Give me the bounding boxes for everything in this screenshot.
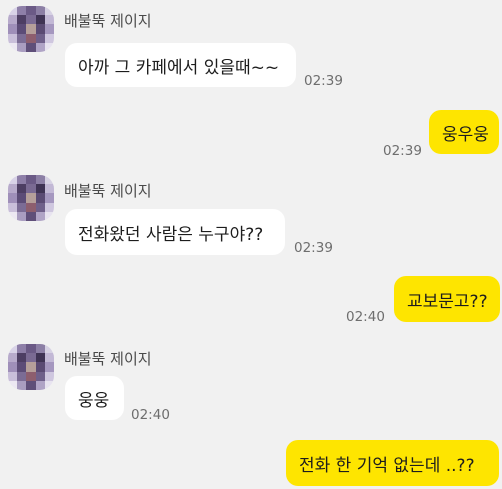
avatar-mosaic-cell: [44, 33, 54, 43]
chat-room: 배불뚝 제이지 아까 그 카페에서 있을때~~ 02:39 02:39 웅우웅 …: [0, 0, 502, 489]
profile-avatar-icon[interactable]: [8, 6, 54, 52]
avatar-mosaic-cell: [44, 344, 54, 354]
avatar-mosaic-cell: [35, 344, 45, 354]
avatar-mosaic-cell: [17, 15, 27, 25]
avatar-mosaic-cell: [17, 211, 27, 221]
avatar-mosaic-cell: [26, 353, 36, 363]
avatar-mosaic-cell: [8, 6, 18, 16]
avatar-mosaic-cell: [35, 353, 45, 363]
avatar-mosaic-cell: [17, 380, 27, 390]
avatar-mosaic-cell: [17, 202, 27, 212]
message-bubble-outgoing[interactable]: 교보문고??: [394, 276, 500, 322]
avatar-mosaic-cell: [35, 175, 45, 185]
avatar-mosaic-cell: [8, 193, 18, 203]
avatar-mosaic-cell: [17, 6, 27, 16]
avatar-mosaic-cell: [8, 184, 18, 194]
message-bubble-outgoing[interactable]: 웅우웅: [429, 110, 499, 154]
avatar-mosaic-cell: [44, 362, 54, 372]
avatar-mosaic-cell: [17, 42, 27, 52]
message-timestamp: 02:40: [131, 407, 170, 423]
avatar-mosaic-cell: [44, 193, 54, 203]
avatar-mosaic-cell: [44, 6, 54, 16]
avatar-mosaic-cell: [35, 202, 45, 212]
message-bubble-incoming[interactable]: 웅웅: [65, 376, 124, 420]
avatar-mosaic-cell: [8, 202, 18, 212]
avatar-mosaic-cell: [26, 371, 36, 381]
avatar-mosaic-cell: [26, 193, 36, 203]
avatar-mosaic-cell: [44, 211, 54, 221]
avatar-mosaic-cell: [17, 175, 27, 185]
sender-name: 배불뚝 제이지: [64, 12, 152, 30]
avatar-mosaic-cell: [17, 33, 27, 43]
avatar-mosaic-cell: [35, 362, 45, 372]
avatar-mosaic-cell: [35, 42, 45, 52]
avatar-mosaic-cell: [44, 371, 54, 381]
profile-avatar-icon[interactable]: [8, 175, 54, 221]
profile-avatar-icon[interactable]: [8, 344, 54, 390]
avatar-mosaic-cell: [26, 33, 36, 43]
avatar-mosaic-cell: [8, 42, 18, 52]
avatar-mosaic-cell: [8, 362, 18, 372]
avatar-mosaic-cell: [35, 6, 45, 16]
avatar-mosaic-cell: [17, 193, 27, 203]
message-timestamp: 02:39: [383, 143, 422, 159]
avatar-mosaic-cell: [26, 42, 36, 52]
avatar-mosaic-cell: [44, 202, 54, 212]
avatar-mosaic-cell: [17, 344, 27, 354]
message-timestamp: 02:40: [346, 309, 385, 325]
avatar-mosaic-cell: [8, 371, 18, 381]
avatar-mosaic-cell: [35, 184, 45, 194]
avatar-mosaic-cell: [8, 344, 18, 354]
message-timestamp: 02:39: [304, 73, 343, 89]
avatar-mosaic-cell: [26, 344, 36, 354]
avatar-mosaic-cell: [17, 371, 27, 381]
avatar-mosaic-cell: [35, 380, 45, 390]
sender-name: 배불뚝 제이지: [64, 182, 152, 200]
avatar-mosaic-cell: [8, 380, 18, 390]
avatar-mosaic-cell: [35, 24, 45, 34]
avatar-mosaic-cell: [35, 33, 45, 43]
avatar-mosaic-cell: [35, 15, 45, 25]
message-bubble-outgoing[interactable]: 전화 한 기억 없는데 ..??: [286, 440, 499, 486]
avatar-mosaic-cell: [26, 175, 36, 185]
avatar-mosaic-cell: [26, 24, 36, 34]
avatar-mosaic-cell: [8, 33, 18, 43]
avatar-mosaic-cell: [8, 15, 18, 25]
avatar-mosaic-cell: [44, 15, 54, 25]
avatar-mosaic-cell: [44, 380, 54, 390]
avatar-mosaic-cell: [8, 211, 18, 221]
avatar-mosaic-cell: [26, 362, 36, 372]
sender-name: 배불뚝 제이지: [64, 350, 152, 368]
avatar-mosaic-cell: [8, 175, 18, 185]
avatar-mosaic-cell: [44, 42, 54, 52]
avatar-mosaic-cell: [44, 175, 54, 185]
avatar-mosaic-cell: [8, 353, 18, 363]
avatar-mosaic-cell: [44, 353, 54, 363]
avatar-mosaic-cell: [44, 24, 54, 34]
avatar-mosaic-cell: [26, 6, 36, 16]
avatar-mosaic-cell: [26, 15, 36, 25]
avatar-mosaic-cell: [35, 211, 45, 221]
avatar-mosaic-cell: [35, 371, 45, 381]
avatar-mosaic-cell: [26, 380, 36, 390]
message-bubble-incoming[interactable]: 아까 그 카페에서 있을때~~: [65, 43, 296, 87]
avatar-mosaic-cell: [8, 24, 18, 34]
avatar-mosaic-cell: [35, 193, 45, 203]
avatar-mosaic-cell: [26, 211, 36, 221]
avatar-mosaic-cell: [17, 362, 27, 372]
avatar-mosaic-cell: [17, 184, 27, 194]
message-bubble-incoming[interactable]: 전화왔던 사람은 누구야??: [65, 209, 285, 255]
avatar-mosaic-cell: [17, 353, 27, 363]
avatar-mosaic-cell: [26, 202, 36, 212]
message-timestamp: 02:39: [294, 240, 333, 256]
avatar-mosaic-cell: [17, 24, 27, 34]
avatar-mosaic-cell: [26, 184, 36, 194]
avatar-mosaic-cell: [44, 184, 54, 194]
